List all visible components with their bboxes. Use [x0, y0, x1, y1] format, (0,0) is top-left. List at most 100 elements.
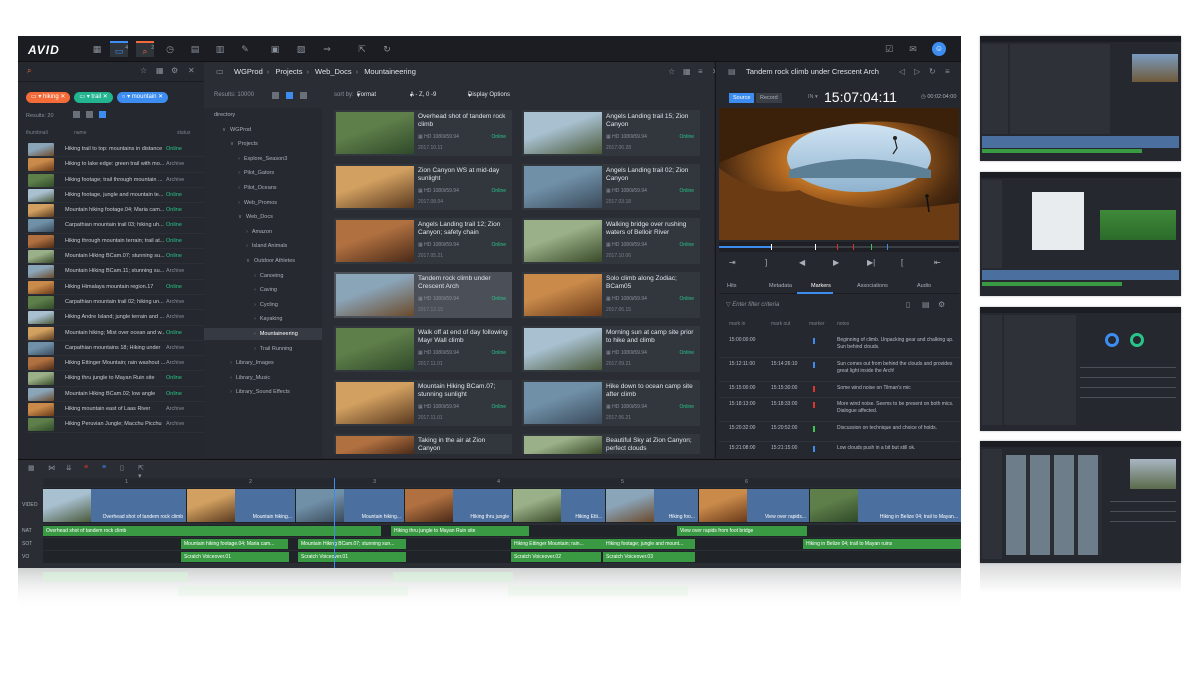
audio-clip[interactable]: Mountain hiking footage.04; Maria cam... [181, 539, 288, 549]
tab-hits[interactable]: Hits [727, 283, 736, 289]
edit-icon[interactable]: ✎ [236, 41, 254, 57]
marker-row[interactable]: 15:21:08:00 15:21:15:00 Low clouds push in… [719, 442, 959, 460]
video-clip[interactable]: Hiking foo... [606, 489, 698, 522]
video-track[interactable]: Overhead shot of tandem rock climb Mounta… [43, 488, 961, 523]
display-options-dropdown[interactable]: Display Options ▾ [468, 92, 510, 99]
audio-clip[interactable]: Scratch Voiceover.01 [181, 552, 289, 562]
media-icon[interactable]: ▤ [186, 41, 204, 57]
marker-row[interactable]: 15:18:13:00 15:18:33:00 More wind noise. S… [719, 398, 959, 422]
marker-row[interactable]: 15:12:11:00 15:14:26:10 Sun comes out from… [719, 358, 959, 382]
lift-icon[interactable]: ⇊ [66, 464, 72, 472]
column-notes[interactable]: notes [837, 321, 849, 327]
tree-item[interactable]: › Caving [254, 287, 277, 293]
tree-item[interactable]: › Amazon [246, 229, 272, 235]
audio-clip[interactable]: Hiking in Belize 04; trail to Mayan ruin… [803, 539, 961, 549]
document-icon[interactable]: ▤ [922, 300, 930, 309]
clock-icon[interactable]: ◷ [161, 41, 179, 57]
browse-folder-icon[interactable]: ▭ 4 [110, 41, 128, 57]
tree-item[interactable]: ∨ Outdoor Athletes [246, 258, 295, 264]
tab-associations[interactable]: Associations [857, 283, 888, 289]
tree-item[interactable]: › Kayaking [254, 316, 282, 322]
marker-row[interactable]: 15:00:00:00 Beginning of climb. Unpacking… [719, 334, 959, 358]
column-name[interactable]: name [74, 130, 87, 136]
asset-card[interactable]: Angels Landing trail 12; Zion Canyon; sa… [334, 218, 512, 264]
nat-audio-track[interactable]: Overhead shot of tandem rock climb Hiking… [43, 525, 961, 537]
tree-item[interactable]: › Explore_Season3 [238, 156, 287, 162]
scrub-bar[interactable] [719, 242, 959, 252]
column-mark-in[interactable]: mark in [729, 321, 745, 327]
clipboard-icon[interactable]: ▯ [906, 300, 910, 309]
asset-card[interactable]: Angels Landing trail 02; Zion Canyon ▦ HD… [522, 164, 700, 210]
grid-icon[interactable]: ▦ [88, 41, 106, 57]
search-result-row[interactable]: Carpathian mountains 18; Hiking under Arc… [26, 341, 216, 357]
column-thumbnail[interactable]: thumbnail [26, 130, 48, 136]
go-to-in-icon[interactable]: ] [765, 258, 767, 267]
search-result-row[interactable]: Mountain Hiking BCam.07; stunning su... O… [26, 249, 216, 265]
audio-clip[interactable]: Hiking footage; jungle and mount... [603, 539, 695, 549]
mark-out-icon[interactable]: ⇤ [934, 258, 941, 267]
tree-item[interactable]: › Pilot_Oceans [238, 185, 277, 191]
split-icon[interactable]: ⋈ [48, 464, 55, 472]
audio-clip[interactable]: Scratch Voiceover.02 [511, 552, 601, 562]
close-icon[interactable]: ✕ [188, 66, 195, 75]
export-icon[interactable]: ⇱ [353, 41, 371, 57]
search-result-row[interactable]: Mountain Hiking BCam.11; stunning su... A… [26, 264, 216, 280]
sequence-icon[interactable]: ▧ [292, 41, 310, 57]
search-chip-mountain[interactable]: ○ ▾ mountain ✕ [116, 92, 169, 103]
tree-item[interactable]: › Mountaineering [254, 331, 298, 337]
tree-item[interactable]: › Canoeing [254, 273, 283, 279]
loop-icon[interactable]: ↻ [929, 67, 936, 76]
thumbnail-view-icon[interactable] [73, 111, 80, 118]
video-clip[interactable]: Mountain hiking... [296, 489, 404, 522]
marker-filter-input[interactable]: ▽ Enter filter criteria [726, 301, 898, 312]
asset-card[interactable]: Beautiful Sky at Zion Canyon; perfect cl… [522, 434, 700, 454]
source-button[interactable]: Source [729, 93, 755, 103]
column-status[interactable]: status [177, 130, 190, 136]
crumb-web-docs[interactable]: Web_Docs [315, 67, 352, 76]
play-icon[interactable]: ▶ [833, 258, 839, 267]
delete-icon[interactable]: ▯ [120, 464, 124, 472]
record-button[interactable]: Record [756, 93, 782, 103]
grid-view-icon[interactable]: ▦ [683, 67, 691, 76]
search-result-row[interactable]: Mountain hiking footage.04; Maria cam...… [26, 203, 216, 219]
tasks-icon[interactable]: ▥ [211, 41, 229, 57]
asset-card[interactable]: Walk off at end of day following Mayr Wa… [334, 326, 512, 372]
refresh-icon[interactable]: ↻ [378, 41, 396, 57]
list-view-icon[interactable] [99, 111, 106, 118]
search-result-row[interactable]: Hiking footage; trail through mountain .… [26, 173, 216, 188]
marker-row[interactable]: 15:20:32:00 15:20:52:00 Discussion on tech… [719, 422, 959, 442]
asset-card[interactable]: Angels Landing trail 15; Zion Canyon ▦ HD… [522, 110, 700, 156]
audio-clip[interactable]: Mountain Hiking BCam.07; stunning sun... [298, 539, 406, 549]
search-result-row[interactable]: Hiking Andre Island; jungle terrain and … [26, 310, 216, 326]
sort-order-dropdown[interactable]: A - Z, 0 -9 ▾ [410, 92, 436, 99]
search-result-row[interactable]: Hiking thru jungle to Mayan Ruin site Onl… [26, 371, 216, 387]
marker-row[interactable]: 15:15:00:00 15:15:30:00 Some wind noise on… [719, 382, 959, 398]
asset-card[interactable]: Morning sun at camp site prior to hike a… [522, 326, 700, 372]
search-chip-hiking[interactable]: ▭ ▾ hiking ✕ [26, 92, 71, 103]
audio-clip[interactable]: Scratch Voiceover.03 [603, 552, 695, 562]
asset-card[interactable]: Overhead shot of tandem rock climb ▦ HD 1… [334, 110, 512, 156]
search-result-row[interactable]: Mountain Hiking BCam.02; low angle Online [26, 387, 216, 403]
video-clip[interactable]: Hiking in Belize 04; trail to Mayan... [810, 489, 961, 522]
asset-card[interactable]: Mountain Hiking BCam.07; stunning sunlig… [334, 380, 512, 426]
next-icon[interactable]: ▷ [914, 67, 920, 76]
asset-card[interactable]: Hike down to ocean camp site after climb… [522, 380, 700, 426]
audio-clip[interactable]: Overhead shot of tandem rock climb [43, 526, 381, 536]
step-forward-icon[interactable]: ▶| [867, 258, 875, 267]
prev-icon[interactable]: ◁ [899, 67, 905, 76]
bins-icon[interactable]: ▣ [266, 41, 284, 57]
tree-item[interactable]: › Web_Promos [238, 200, 277, 206]
go-to-out-icon[interactable]: [ [901, 258, 903, 267]
timeline-settings-icon[interactable]: ▦ [28, 464, 35, 472]
sot-audio-track[interactable]: Mountain hiking footage.04; Maria cam...… [43, 538, 961, 550]
search-result-row[interactable]: Hiking to lake edge: green trail with mo… [26, 157, 216, 173]
column-mark-out[interactable]: mark out [771, 321, 790, 327]
tree-item[interactable]: › Library_Images [230, 360, 274, 366]
video-clip[interactable]: Hiking thru jungle [405, 489, 512, 522]
star-icon[interactable]: ☆ [668, 67, 675, 76]
tab-markers[interactable]: Markers [811, 283, 831, 289]
audio-clip[interactable]: Hiking Ettinger Mountain; rain... [511, 539, 603, 549]
tree-item[interactable]: ∨ Projects [230, 141, 258, 147]
crumb-wgprod[interactable]: WGProd [234, 67, 263, 76]
grid-view-icon[interactable]: ▦ [156, 66, 164, 75]
